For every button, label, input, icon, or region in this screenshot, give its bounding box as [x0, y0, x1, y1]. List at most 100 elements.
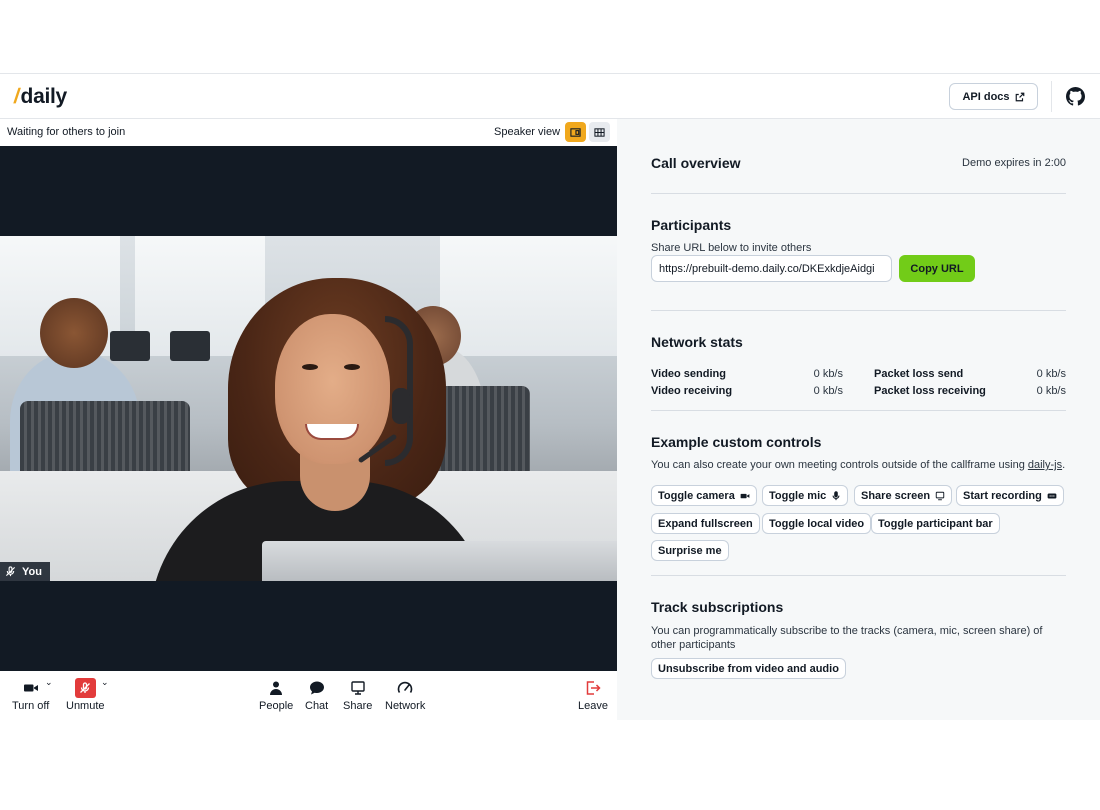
- share-button[interactable]: Share: [343, 679, 372, 712]
- call-topbar: Waiting for others to join Speaker view: [0, 119, 617, 146]
- participants-title: Participants: [651, 217, 732, 233]
- chat-label: Chat: [305, 700, 329, 712]
- participant-name: You: [22, 565, 42, 578]
- toggle-mic-label: Toggle mic: [769, 489, 827, 502]
- api-docs-button[interactable]: API docs: [949, 83, 1038, 110]
- github-icon[interactable]: [1066, 87, 1085, 106]
- stat-row: Video sending 0 kb/s Packet loss send 0 …: [651, 368, 1066, 383]
- speedometer-icon: [397, 681, 413, 693]
- packet-loss-receiving-value: 0 kb/s: [1036, 385, 1066, 397]
- section-divider: [651, 193, 1066, 194]
- network-stats-title: Network stats: [651, 334, 743, 350]
- bg-monitor: [110, 331, 150, 361]
- foreground-monitor: [262, 541, 617, 581]
- network-button[interactable]: Network: [385, 679, 425, 712]
- network-label: Network: [385, 700, 426, 712]
- api-docs-label: API docs: [962, 90, 1010, 103]
- start-recording-button[interactable]: Start recording: [956, 485, 1064, 506]
- stat-row: Video receiving 0 kb/s Packet loss recei…: [651, 385, 1066, 400]
- participants-subtitle: Share URL below to invite others: [651, 242, 812, 254]
- toggle-participant-bar-button[interactable]: Toggle participant bar: [871, 513, 1000, 534]
- mic-muted-icon: [5, 566, 16, 577]
- share-icon-wrap: [350, 679, 366, 696]
- network-stats-section: Network stats Video sending 0 kb/s Packe…: [651, 334, 1066, 414]
- toggle-local-video-label: Toggle local video: [769, 517, 865, 530]
- section-divider: [651, 575, 1066, 576]
- custom-controls-section: Example custom controls You can also cre…: [651, 434, 1066, 574]
- participant-eye: [302, 364, 318, 370]
- person-icon: [270, 681, 283, 695]
- logo-text: daily: [20, 85, 68, 108]
- mic-off-icon: [80, 681, 91, 693]
- recording-icon: [1047, 493, 1057, 498]
- grid-view-button[interactable]: [589, 122, 610, 142]
- share-label: Share: [343, 700, 373, 712]
- participants-section: Participants Share URL below to invite o…: [651, 217, 1066, 297]
- camera-icon-wrap: [23, 679, 39, 696]
- mic-muted-indicator: [74, 677, 96, 698]
- track-subscriptions-section: Track subscriptions You can programmatic…: [651, 599, 1066, 689]
- expand-fullscreen-button[interactable]: Expand fullscreen: [651, 513, 760, 534]
- chat-icon: [309, 681, 324, 694]
- toggle-local-video-button[interactable]: Toggle local video: [762, 513, 872, 534]
- network-icon-wrap: [397, 679, 413, 696]
- participant-name-tag: You: [0, 562, 50, 581]
- daily-logo[interactable]: / daily: [12, 85, 68, 109]
- external-link-icon: [1015, 92, 1024, 101]
- daily-js-link[interactable]: daily-js: [1028, 459, 1062, 471]
- copy-url-button[interactable]: Copy URL: [899, 255, 975, 282]
- waiting-status: Waiting for others to join: [7, 126, 126, 138]
- participant-eye: [344, 364, 360, 370]
- call-tray: Turn off ⌄ Unmute ⌄ People Chat Share Ne: [0, 671, 617, 720]
- demo-sidebar: Call overview Demo expires in 2:00 Parti…: [617, 119, 1100, 720]
- toggle-mic-button[interactable]: Toggle mic: [762, 485, 849, 506]
- leave-label: Leave: [578, 700, 608, 712]
- toggle-participant-bar-label: Toggle participant bar: [878, 517, 993, 530]
- mic-icon-wrap: [74, 677, 96, 698]
- monitor-icon: [935, 491, 945, 500]
- custom-controls-desc: You can also create your own meeting con…: [651, 459, 1066, 471]
- track-subscriptions-title: Track subscriptions: [651, 599, 784, 615]
- app-header: / daily API docs: [0, 73, 1100, 119]
- mic-toggle-label: Unmute: [66, 700, 105, 712]
- people-button[interactable]: People: [259, 679, 293, 712]
- screen-share-icon: [350, 680, 365, 695]
- bg-monitor: [170, 331, 210, 361]
- unsubscribe-label: Unsubscribe from video and audio: [658, 662, 839, 675]
- desc-prefix: You can also create your own meeting con…: [651, 459, 1028, 471]
- invite-url-input[interactable]: [651, 255, 892, 282]
- video-sending-value: 0 kb/s: [813, 368, 843, 380]
- unsubscribe-button[interactable]: Unsubscribe from video and audio: [651, 658, 846, 679]
- section-divider: [651, 310, 1066, 311]
- speaker-view-label: Speaker view: [494, 126, 561, 138]
- participant-face: [275, 314, 390, 464]
- video-sending-label: Video sending: [651, 368, 726, 380]
- headset-earpiece: [392, 388, 410, 424]
- chat-button[interactable]: Chat: [305, 679, 328, 712]
- people-label: People: [259, 700, 294, 712]
- speaker-layout-icon: [570, 127, 581, 137]
- mic-toggle-button[interactable]: Unmute: [66, 677, 105, 712]
- speaker-view-button[interactable]: [565, 122, 586, 142]
- leave-icon-wrap: [585, 679, 601, 696]
- office-window: [440, 236, 617, 356]
- share-screen-label: Share screen: [861, 489, 931, 502]
- chat-icon-wrap: [309, 679, 325, 696]
- surprise-me-button[interactable]: Surprise me: [651, 540, 729, 561]
- mic-options-caret[interactable]: ⌄: [101, 677, 109, 688]
- participant-smile: [305, 424, 359, 440]
- leave-button[interactable]: Leave: [578, 679, 608, 712]
- expand-fullscreen-label: Expand fullscreen: [658, 517, 753, 530]
- start-recording-label: Start recording: [963, 489, 1042, 502]
- share-screen-button[interactable]: Share screen: [854, 485, 953, 506]
- track-subscriptions-desc: You can programmatically subscribe to th…: [651, 625, 1043, 651]
- grid-layout-icon: [594, 127, 605, 137]
- video-receiving-label: Video receiving: [651, 385, 733, 397]
- toggle-camera-button[interactable]: Toggle camera: [651, 485, 757, 506]
- camera-toggle-label: Turn off: [12, 700, 50, 712]
- packet-loss-send-label: Packet loss send: [874, 368, 964, 380]
- camera-options-caret[interactable]: ⌄: [45, 677, 53, 688]
- camera-toggle-button[interactable]: Turn off: [12, 679, 49, 712]
- packet-loss-receiving-label: Packet loss receiving: [874, 385, 986, 397]
- header-divider: [1051, 81, 1052, 112]
